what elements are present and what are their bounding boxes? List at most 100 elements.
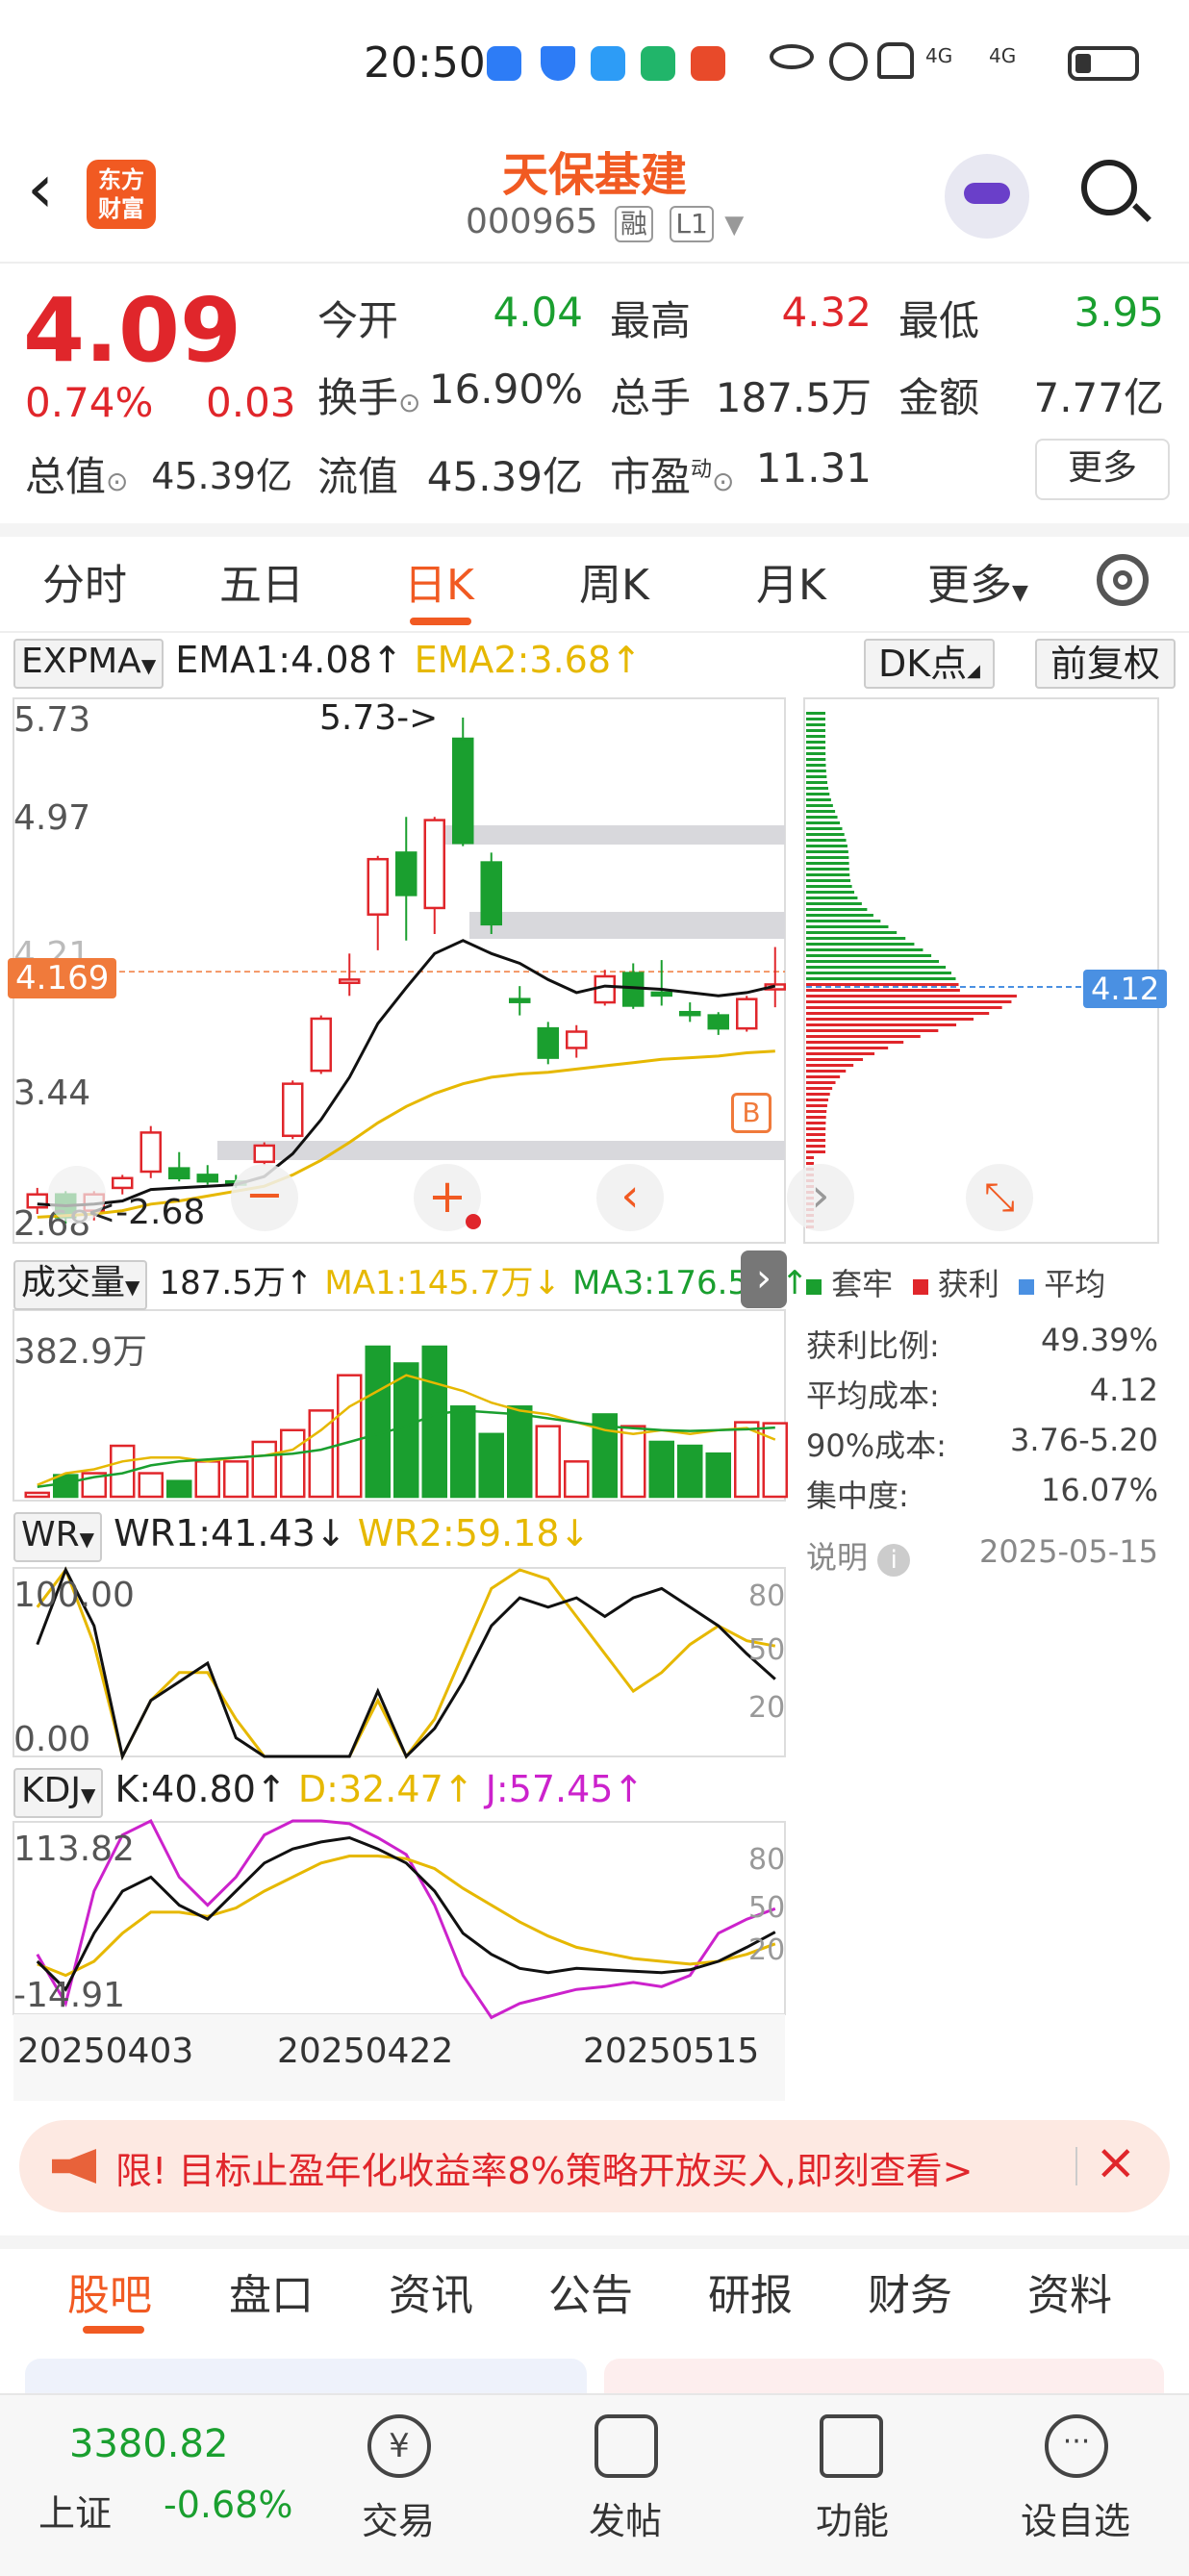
chip-bar xyxy=(806,764,826,767)
volume-bar xyxy=(24,1491,50,1499)
chip-stat-value: 4.12 xyxy=(1089,1372,1158,1408)
chip-bar xyxy=(806,1018,974,1021)
tab-pankou[interactable]: 盘口 xyxy=(229,2260,314,2322)
candle-body xyxy=(282,1082,304,1138)
chip-bar xyxy=(806,1116,826,1119)
chip-bar xyxy=(806,758,826,761)
divider xyxy=(1075,2147,1077,2185)
volume-bar xyxy=(620,1425,646,1499)
chip-bar xyxy=(806,787,829,790)
kdj-k-value: K:40.80↑ xyxy=(114,1768,287,1810)
volume-bar xyxy=(365,1345,391,1499)
scroll-right-button[interactable]: › xyxy=(787,1164,854,1231)
chip-bar xyxy=(806,1081,836,1084)
volume-dropdown[interactable]: 成交量▼ xyxy=(13,1260,148,1310)
nav-trade[interactable]: 交易 xyxy=(321,2491,475,2544)
kdj-dropdown[interactable]: KDJ▼ xyxy=(13,1768,104,1818)
chip-bar xyxy=(806,954,932,957)
volume-bar xyxy=(734,1421,760,1499)
chip-bar xyxy=(806,960,940,963)
kdj-j-value: J:57.45↑ xyxy=(485,1768,645,1810)
expand-panel-button[interactable]: › xyxy=(741,1250,787,1308)
chip-stat-label: 集中度: xyxy=(806,1477,909,1514)
chip-bar xyxy=(806,752,826,755)
nav-circle-icon[interactable] xyxy=(48,1166,106,1224)
promo-banner[interactable]: 限! 目标止盈年化收益率8%策略开放买入,即刻查看> × xyxy=(19,2120,1170,2212)
candle-body xyxy=(423,819,445,910)
card-peek-left xyxy=(25,2359,587,2397)
chip-bar xyxy=(806,966,947,969)
scroll-left-button[interactable]: ‹ xyxy=(596,1164,664,1231)
wr-indicator-row: WR▼ WR1:41.43↓ WR2:59.18↓ xyxy=(13,1512,590,1562)
chip-date: 2025-05-15 xyxy=(979,1533,1158,1570)
candle-body xyxy=(594,974,616,1004)
chip-bar xyxy=(806,1070,847,1073)
chip-bar xyxy=(806,1110,827,1113)
chip-bar xyxy=(806,821,841,824)
chip-bar xyxy=(806,810,836,813)
tab-guba[interactable]: 股吧 xyxy=(67,2260,152,2322)
nav-functions[interactable]: 功能 xyxy=(775,2491,929,2544)
chip-bar xyxy=(806,1029,939,1032)
chip-bar xyxy=(806,902,862,905)
index-name: 上证 xyxy=(38,2492,113,2535)
promo-text: 限! 目标止盈年化收益率8%策略开放买入,即刻查看> xyxy=(115,2150,974,2192)
index-change: -0.68% xyxy=(164,2484,293,2526)
functions-grid-icon[interactable] xyxy=(820,2414,883,2478)
tab-news[interactable]: 资讯 xyxy=(389,2260,473,2322)
chip-bar xyxy=(806,839,847,842)
wr1-value: WR1:41.43↓ xyxy=(114,1512,346,1554)
chip-bar xyxy=(806,770,826,772)
fullscreen-expand-icon[interactable]: ⤡ xyxy=(966,1164,1033,1231)
candle-body xyxy=(736,998,758,1030)
kdj-bottom-label: -14.91 xyxy=(13,1976,126,2015)
kdj-d-line xyxy=(37,1855,776,1978)
volume-bar xyxy=(393,1362,419,1499)
gap-band xyxy=(441,825,785,845)
volume-bar xyxy=(762,1422,788,1499)
chip-bar xyxy=(806,862,849,865)
post-edit-icon[interactable] xyxy=(594,2414,658,2478)
chip-stat-label: 平均成本: xyxy=(806,1377,940,1414)
kdj-top-label: 113.82 xyxy=(13,1830,135,1869)
chip-bar xyxy=(806,1156,814,1159)
add-watchlist-icon[interactable]: ··· xyxy=(1045,2414,1108,2478)
price-tick: 3.44 xyxy=(13,1073,91,1113)
zoom-out-button[interactable]: − xyxy=(231,1164,298,1231)
kdj-d-value: D:32.47↑ xyxy=(297,1768,474,1810)
chip-stat-value: 16.07% xyxy=(1040,1472,1158,1508)
candle-body xyxy=(367,857,389,916)
chip-bar xyxy=(806,972,951,974)
nav-post[interactable]: 发帖 xyxy=(548,2491,702,2544)
candle-body xyxy=(566,1030,588,1049)
tab-research[interactable]: 研报 xyxy=(708,2260,793,2322)
candle-body xyxy=(707,1014,729,1030)
chip-bar xyxy=(806,920,881,922)
buy-signal-badge: B xyxy=(731,1093,772,1133)
chip-bar xyxy=(806,937,906,940)
close-icon[interactable]: × xyxy=(1095,2134,1137,2191)
tab-announcements[interactable]: 公告 xyxy=(548,2260,633,2322)
kdj-level-50: 50 xyxy=(748,1891,786,1925)
nav-add-watchlist[interactable]: 设自选 xyxy=(999,2491,1152,2544)
wr-dropdown[interactable]: WR▼ xyxy=(13,1512,102,1562)
volume-bar xyxy=(223,1460,249,1499)
kdj-level-80: 80 xyxy=(748,1843,786,1877)
chip-stat-value: 49.39% xyxy=(1040,1322,1158,1358)
trade-icon[interactable]: ¥ xyxy=(367,2414,431,2478)
chip-note[interactable]: 说明 i xyxy=(806,1533,911,1578)
volume-bar xyxy=(251,1440,277,1499)
chip-current-price: 4.12 xyxy=(1083,970,1168,1008)
chip-legend: 套牢 获利 平均 xyxy=(806,1260,1105,1304)
chip-bar xyxy=(806,1145,826,1148)
chip-bar xyxy=(806,798,831,801)
date-label: 20250515 xyxy=(583,2032,760,2071)
tab-finance[interactable]: 财务 xyxy=(868,2260,952,2322)
tab-profile[interactable]: 资料 xyxy=(1027,2260,1112,2322)
volume-bar xyxy=(421,1345,447,1499)
index-value[interactable]: 3380.82 xyxy=(69,2422,228,2466)
chip-bar xyxy=(806,931,898,934)
bottom-nav: 3380.82 上证 -0.68% ¥ 交易 发帖 功能 ··· 设自选 xyxy=(0,2393,1189,2576)
chip-stat-label: 获利比例: xyxy=(806,1327,940,1364)
chip-bar xyxy=(806,995,1017,998)
